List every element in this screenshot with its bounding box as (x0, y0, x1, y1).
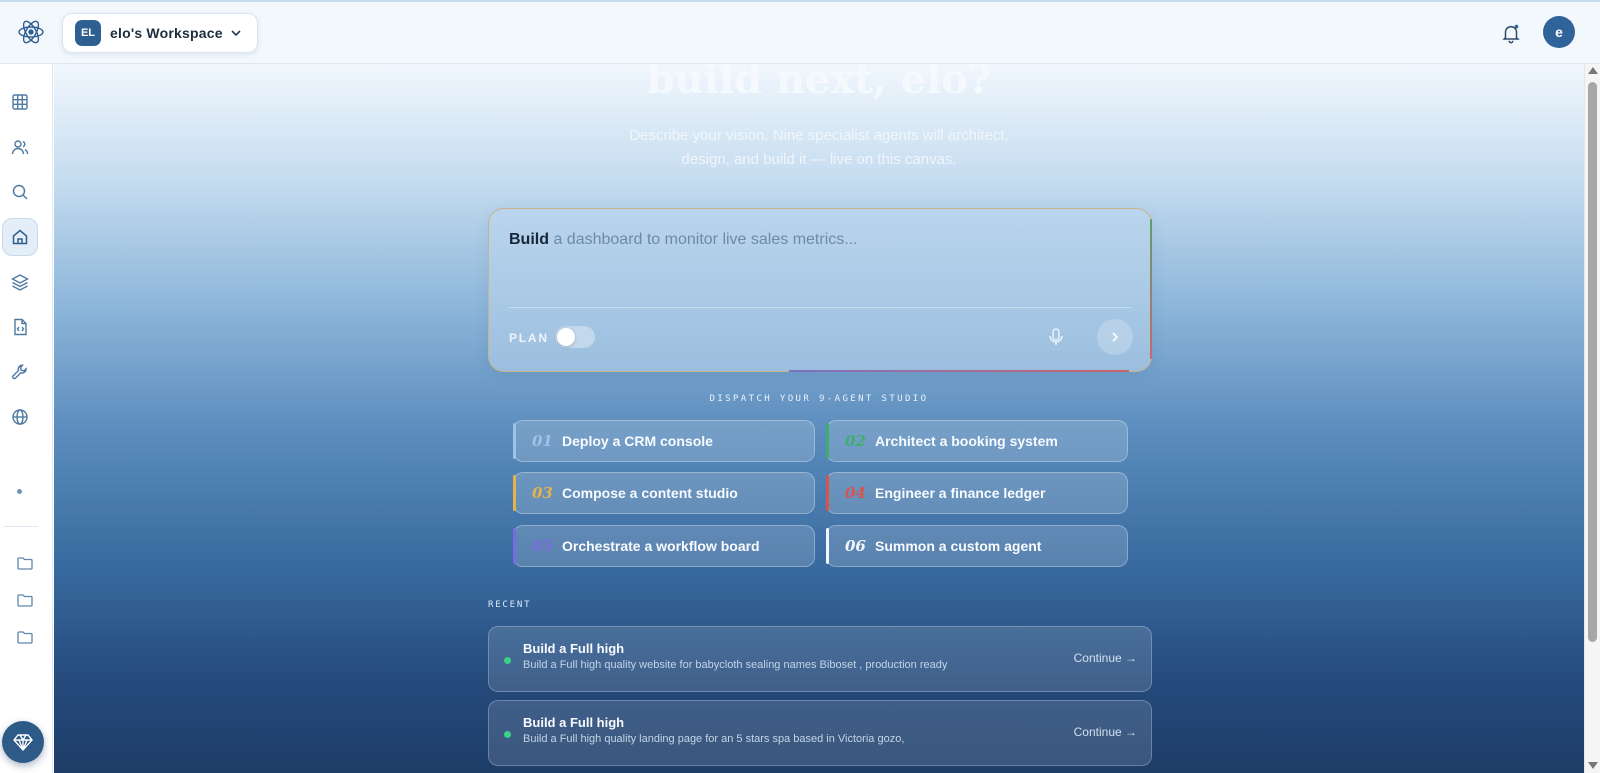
agent-card-03[interactable]: 03 Compose a content studio (513, 472, 815, 514)
code-file-icon (14, 318, 27, 336)
agent-accent (513, 423, 516, 459)
agent-accent (513, 475, 516, 511)
sidebar-item-grid[interactable] (2, 83, 38, 121)
status-dot (504, 657, 511, 664)
agent-accent (826, 423, 829, 459)
agent-accent (826, 475, 829, 511)
users-icon (11, 140, 29, 155)
prompt-border-accent (789, 370, 1129, 372)
agent-number: 06 (845, 537, 866, 555)
chevron-right-icon (1112, 332, 1119, 342)
agent-card-06[interactable]: 06 Summon a custom agent (826, 525, 1128, 567)
scroll-up-arrow[interactable] (1588, 67, 1598, 74)
recent-item-description: Build a Full high quality website for ba… (523, 659, 948, 671)
send-button[interactable] (1097, 319, 1133, 355)
agent-card-02[interactable]: 02 Architect a booking system (826, 420, 1128, 462)
sidebar (0, 64, 53, 773)
prompt-keyword: Build (509, 231, 549, 248)
search-icon (12, 184, 28, 200)
workspace-switcher[interactable]: EL elo's Workspace (62, 13, 258, 53)
sidebar-divider (4, 526, 38, 527)
status-dot (504, 731, 511, 738)
folder-icon[interactable] (16, 628, 34, 646)
page-title: build next, elo? (646, 64, 992, 103)
folder-icon[interactable] (16, 554, 34, 572)
agent-accent (513, 528, 516, 564)
recent-item[interactable]: Build a Full high Build a Full high qual… (488, 700, 1152, 766)
agent-label: Summon a custom agent (875, 538, 1042, 554)
agent-label: Engineer a finance ledger (875, 485, 1046, 501)
agent-number: 04 (845, 484, 866, 502)
globe-icon (12, 409, 28, 425)
plan-toggle[interactable] (555, 326, 595, 348)
workspace-avatar: EL (75, 20, 101, 46)
agent-label: Orchestrate a workflow board (562, 538, 760, 554)
sidebar-item-home[interactable] (2, 218, 38, 256)
prompt-input[interactable]: Build a dashboard to monitor live sales … (509, 231, 858, 249)
agent-number: 05 (532, 537, 553, 555)
top-bar: EL elo's Workspace e (0, 0, 1600, 64)
recent-item-description: Build a Full high quality landing page f… (523, 733, 905, 745)
mic-icon[interactable] (1045, 326, 1067, 348)
agent-card-04[interactable]: 04 Engineer a finance ledger (826, 472, 1128, 514)
continue-link[interactable]: Continue → (1074, 725, 1137, 739)
home-icon (12, 229, 28, 245)
atom-icon[interactable] (17, 18, 45, 46)
agent-number: 01 (532, 432, 553, 450)
scroll-thumb[interactable] (1588, 82, 1597, 642)
chevron-down-icon (231, 30, 241, 37)
bell-icon[interactable] (1500, 22, 1522, 44)
user-avatar[interactable]: e (1543, 16, 1575, 48)
page-subtitle: Describe your vision. Nine specialist ag… (629, 127, 1009, 168)
folder-icon[interactable] (16, 591, 34, 609)
scroll-down-arrow[interactable] (1588, 762, 1598, 769)
agent-number: 03 (532, 484, 553, 502)
sidebar-item-globe[interactable] (2, 398, 38, 436)
wrench-icon (12, 364, 27, 380)
prompt-box[interactable]: Build a dashboard to monitor live sales … (488, 208, 1152, 372)
agent-card-01[interactable]: 01 Deploy a CRM console (513, 420, 815, 462)
agent-label: Compose a content studio (562, 485, 738, 501)
agent-label: Architect a booking system (875, 433, 1058, 449)
agent-number: 02 (845, 432, 866, 450)
sidebar-item-code-file[interactable] (2, 308, 38, 346)
agent-label: Deploy a CRM console (562, 433, 713, 449)
page-scrollbar[interactable] (1584, 64, 1600, 773)
prompt-border-accent (1150, 219, 1152, 359)
layers-icon (11, 274, 29, 291)
sidebar-item-layers[interactable] (2, 263, 38, 301)
sidebar-item-users[interactable] (2, 128, 38, 166)
main-canvas: build next, elo? Describe your vision. N… (54, 64, 1584, 773)
grid-icon (12, 94, 28, 110)
recent-item-title: Build a Full high (523, 641, 625, 656)
continue-link[interactable]: Continue → (1074, 651, 1137, 665)
recent-item-title: Build a Full high (523, 715, 625, 730)
status-dot (17, 489, 22, 494)
plan-label: PLAN (509, 331, 549, 345)
recent-item[interactable]: Build a Full high Build a Full high qual… (488, 626, 1152, 692)
workspace-name: elo's Workspace (110, 25, 223, 41)
prompt-placeholder: a dashboard to monitor live sales metric… (553, 231, 858, 248)
agent-accent (826, 528, 829, 564)
sidebar-item-search[interactable] (2, 173, 38, 211)
diamond-icon (13, 734, 33, 752)
recent-heading: RECENT (488, 600, 532, 610)
toggle-knob (557, 328, 575, 346)
sidebar-item-tools[interactable] (2, 353, 38, 391)
agent-card-05[interactable]: 05 Orchestrate a workflow board (513, 525, 815, 567)
dispatch-heading: DISPATCH YOUR 9-AGENT STUDIO (709, 394, 929, 404)
upgrade-button[interactable] (2, 721, 44, 763)
prompt-divider (509, 307, 1131, 308)
